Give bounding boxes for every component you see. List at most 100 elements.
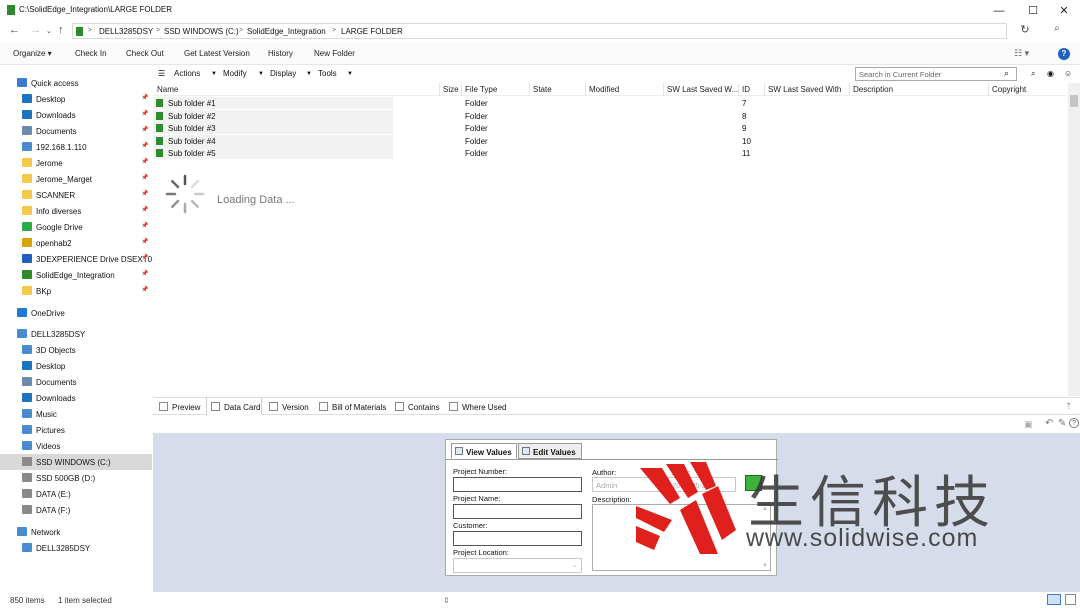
search-icon[interactable]: ⌕ (1004, 68, 1009, 79)
smiley-icon[interactable]: ☺ (1064, 69, 1072, 78)
change-view-icon[interactable]: ☷ ▾ (1014, 48, 1029, 59)
modify-menu[interactable]: Modify (223, 69, 247, 78)
column-divider[interactable] (764, 83, 765, 96)
table-row[interactable]: Sub folder #2 Folder 8 (153, 109, 1068, 122)
pin-icon[interactable]: 📌 (141, 286, 148, 293)
history-button[interactable]: History (268, 49, 293, 58)
breadcrumb-drive[interactable]: SSD WINDOWS (C:) (164, 27, 239, 36)
nav-item-music[interactable]: Music (0, 406, 152, 422)
nav-item-downloads[interactable]: Downloads 📌 (0, 107, 152, 123)
nav-item-bkp[interactable]: BKp 📌 (0, 283, 152, 299)
dropdown-arrow-icon[interactable]: ▼ (306, 71, 312, 77)
help-icon[interactable]: ? (1058, 48, 1070, 60)
actions-icon[interactable]: ☰ (158, 69, 165, 78)
nav-item-desktop[interactable]: Desktop (0, 358, 152, 374)
column-header-size[interactable]: Size (443, 85, 459, 94)
edit-icon[interactable]: ✎ (1058, 418, 1066, 429)
pin-icon[interactable]: 📌 (141, 158, 148, 165)
pin-icon[interactable]: 📌 (141, 254, 148, 261)
undo-icon[interactable]: ↶ (1045, 418, 1053, 429)
tab-preview[interactable]: Preview (155, 398, 205, 415)
details-view-icon[interactable] (1047, 594, 1061, 605)
dropdown-arrow-icon[interactable]: ▼ (347, 71, 353, 77)
nav-item-google-drive[interactable]: Google Drive 📌 (0, 219, 152, 235)
pin-icon[interactable]: 📌 (141, 238, 148, 245)
close-button[interactable]: ✕ (1048, 3, 1080, 19)
display-menu[interactable]: Display (270, 69, 296, 78)
scrollbar-thumb[interactable] (1070, 95, 1078, 107)
get-latest-version-button[interactable]: Get Latest Version (184, 49, 250, 58)
nav-item-jerome[interactable]: Jerome 📌 (0, 155, 152, 171)
column-header-id[interactable]: ID (742, 85, 750, 94)
nav-this-pc[interactable]: DELL3285DSY (0, 326, 152, 342)
column-divider[interactable] (988, 83, 989, 96)
nav-item-ssd-windows-c-[interactable]: SSD WINDOWS (C:) (0, 454, 152, 470)
nav-item-solidedge-integration[interactable]: SolidEdge_Integration 📌 (0, 267, 152, 283)
nav-network-computer[interactable]: DELL3285DSY (0, 540, 152, 556)
new-folder-button[interactable]: New Folder (314, 49, 355, 58)
table-row[interactable]: Sub folder #3 Folder 9 (153, 122, 1068, 135)
large-icons-view-icon[interactable] (1065, 594, 1076, 605)
pin-icon[interactable]: 📌 (141, 222, 148, 229)
check-in-button[interactable]: Check In (75, 49, 107, 58)
user-icon[interactable]: ◉ (1047, 69, 1054, 78)
save-icon[interactable]: ▣ (1024, 419, 1033, 430)
pin-icon[interactable]: 📌 (141, 270, 148, 277)
nav-item-scanner[interactable]: SCANNER 📌 (0, 187, 152, 203)
refresh-icon[interactable]: ↻ (1016, 23, 1034, 39)
column-header-modified[interactable]: Modified (589, 85, 619, 94)
breadcrumb[interactable]: > DELL3285DSY > SSD WINDOWS (C:) > Solid… (72, 23, 1007, 39)
search-options-icon[interactable]: ⌕ (1031, 69, 1035, 79)
project-number-field[interactable] (453, 477, 582, 492)
tab-version[interactable]: Version (265, 398, 311, 415)
nav-item-3d-objects[interactable]: 3D Objects (0, 342, 152, 358)
recent-dropdown-icon[interactable]: ⌄ (46, 27, 52, 35)
pin-icon[interactable]: 📌 (141, 174, 148, 181)
nav-item-info-diverses[interactable]: Info diverses 📌 (0, 203, 152, 219)
forward-arrow-icon[interactable]: → (30, 24, 41, 36)
tab-view-values[interactable]: View Values (451, 443, 517, 459)
column-divider[interactable] (529, 83, 530, 96)
help-icon[interactable]: ? (1069, 418, 1079, 428)
table-row[interactable]: Sub folder #4 Folder 10 (153, 134, 1068, 147)
nav-item-data-f-[interactable]: DATA (F:) (0, 502, 152, 518)
nav-item-pictures[interactable]: Pictures (0, 422, 152, 438)
column-header-copyright[interactable]: Copyright (992, 85, 1026, 94)
column-header-description[interactable]: Description (853, 85, 893, 94)
nav-item-videos[interactable]: Videos (0, 438, 152, 454)
pin-icon[interactable]: 📌 (141, 94, 148, 101)
column-header-file-type[interactable]: File Type (465, 85, 497, 94)
nav-item-3dexperience-drive-dsext0[interactable]: 3DEXPERIENCE Drive DSEXT0 📌 (0, 251, 152, 267)
tab-edit-values[interactable]: Edit Values (518, 443, 582, 459)
check-out-button[interactable]: Check Out (126, 49, 164, 58)
column-header-name[interactable]: Name (157, 85, 178, 94)
folder-search-input[interactable]: Search in Current Folder ⌕ (855, 67, 1017, 81)
back-arrow-icon[interactable]: ← (9, 24, 20, 36)
column-divider[interactable] (738, 83, 739, 96)
nav-onedrive[interactable]: OneDrive (0, 305, 152, 321)
minimize-button[interactable]: — (983, 3, 1015, 19)
pin-icon[interactable]: 📌 (141, 110, 148, 117)
resize-handle-icon[interactable]: ⇕ (443, 596, 450, 605)
pin-icon[interactable]: 📌 (141, 126, 148, 133)
pin-icon[interactable]: 📌 (141, 190, 148, 197)
nav-item-ssd-500gb-d-[interactable]: SSD 500GB (D:) (0, 470, 152, 486)
tab-data-card[interactable]: Data Card (206, 398, 262, 415)
tab-contains[interactable]: Contains (391, 398, 440, 415)
project-name-field[interactable] (453, 504, 582, 519)
column-header-sw-last-saved-w[interactable]: SW Last Saved W... (667, 85, 738, 94)
vertical-scrollbar[interactable] (1068, 83, 1080, 396)
nav-item-documents[interactable]: Documents (0, 374, 152, 390)
maximize-button[interactable]: ☐ (1017, 3, 1049, 19)
collapse-up-icon[interactable]: ⇡ (1065, 401, 1073, 412)
column-header-sw-last-saved-with[interactable]: SW Last Saved With (768, 85, 841, 94)
breadcrumb-pc[interactable]: DELL3285DSY (99, 27, 153, 36)
nav-network[interactable]: Network (0, 524, 152, 540)
tab-where-used[interactable]: Where Used (445, 398, 509, 415)
nav-item-jerome-marget[interactable]: Jerome_Marget 📌 (0, 171, 152, 187)
nav-item-openhab2[interactable]: openhab2 📌 (0, 235, 152, 251)
tab-bill-of-materials[interactable]: Bill of Materials (315, 398, 389, 415)
column-divider[interactable] (439, 83, 440, 96)
column-divider[interactable] (461, 83, 462, 96)
scroll-down-icon[interactable]: ▼ (762, 563, 768, 569)
